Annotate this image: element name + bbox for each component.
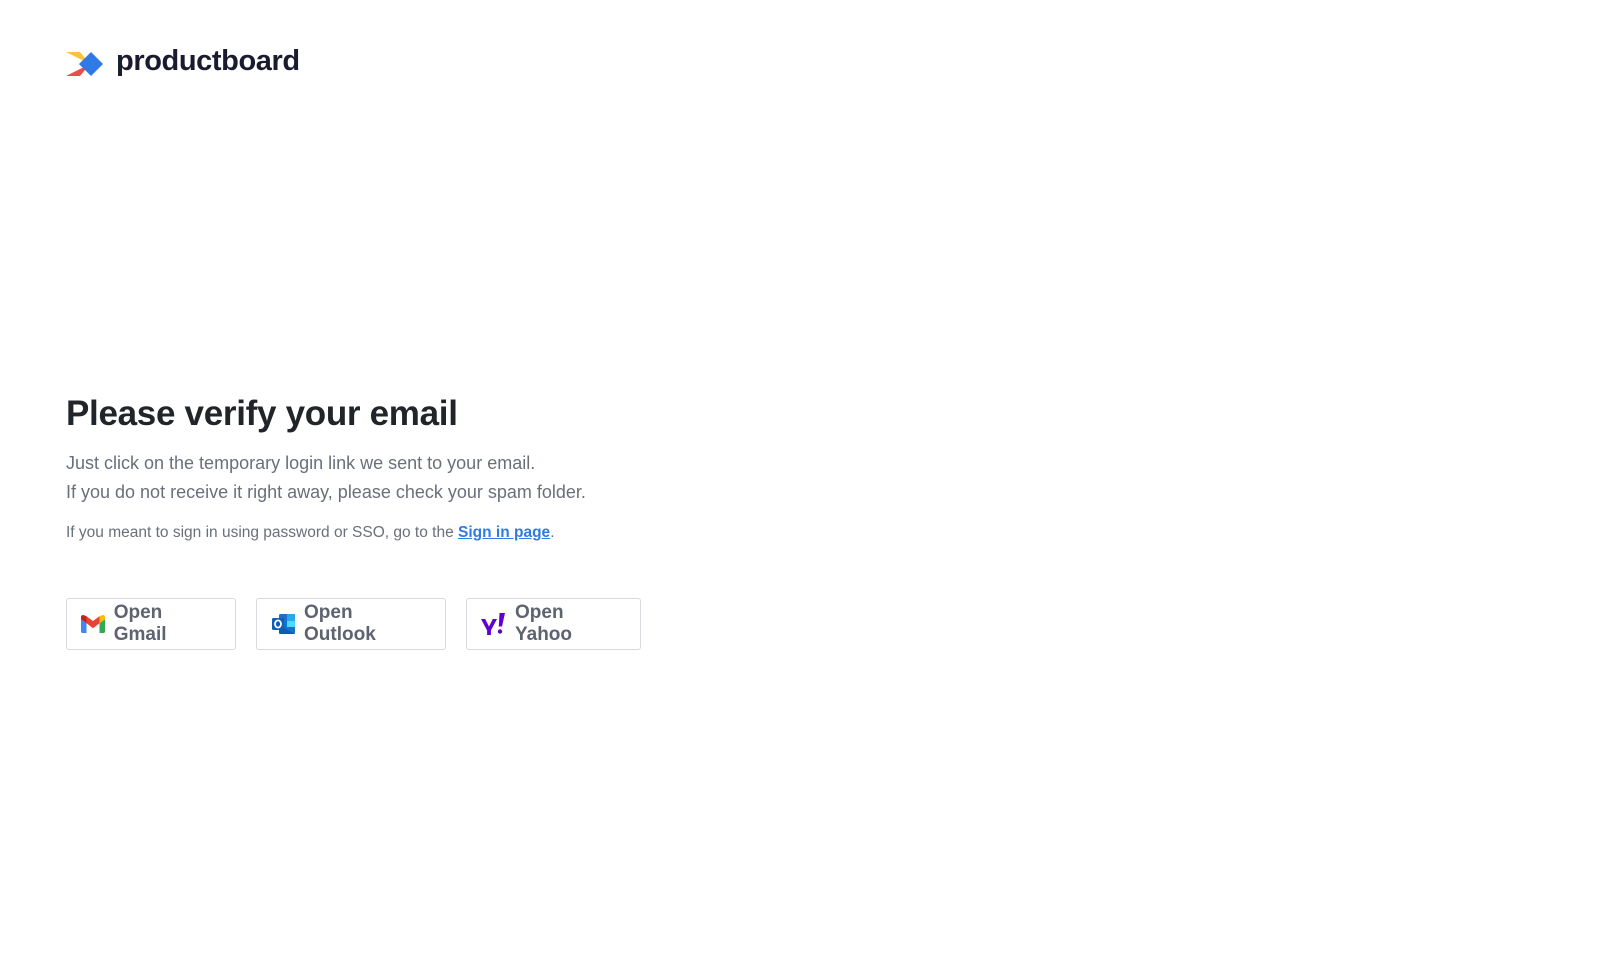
instructions-line-1: Just click on the temporary login link w… [66, 453, 536, 473]
verify-email-panel: Please verify your email Just click on t… [66, 392, 966, 650]
sign-in-note-period: . [550, 524, 555, 541]
open-outlook-label: Open Outlook [304, 602, 376, 645]
gmail-icon [81, 611, 106, 637]
page: productboard Please verify your email Ju… [0, 0, 1600, 969]
productboard-logo-icon [66, 51, 104, 77]
yahoo-icon [481, 611, 507, 637]
page-title: Please verify your email [66, 394, 458, 433]
outlook-icon [271, 611, 296, 637]
sign-in-note: If you meant to sign in using password o… [66, 523, 966, 543]
instructions: Just click on the temporary login link w… [66, 449, 966, 507]
open-yahoo-label: Open Yahoo [515, 602, 573, 645]
brand-logo[interactable]: productboard [66, 44, 300, 84]
open-outlook-button[interactable]: Open Outlook [256, 598, 446, 650]
open-gmail-label: Open Gmail [113, 602, 167, 645]
open-gmail-button[interactable]: Open Gmail [66, 598, 236, 650]
sign-in-note-text: If you meant to sign in using password o… [66, 524, 459, 541]
instructions-line-2: If you do not receive it right away, ple… [66, 482, 586, 502]
brand-name: productboard [116, 44, 300, 77]
email-provider-buttons: Open Gmail Open Outlook Open Yahoo [66, 598, 966, 650]
open-yahoo-button[interactable]: Open Yahoo [466, 598, 641, 650]
sign-in-page-link[interactable]: Sign in page [458, 524, 550, 541]
